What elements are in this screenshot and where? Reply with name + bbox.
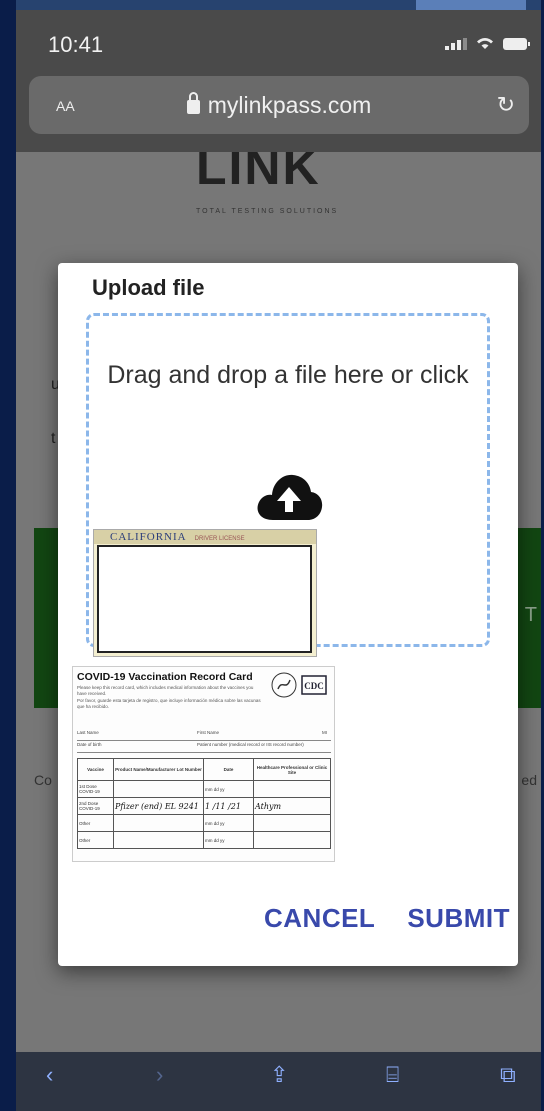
bg-text-fragment: t — [51, 430, 56, 447]
signal-icon — [445, 38, 467, 50]
cancel-button[interactable]: CANCEL — [264, 903, 375, 934]
status-time: 10:41 — [48, 32, 104, 57]
dialog-title: Upload file — [92, 275, 205, 300]
status-icons — [445, 36, 530, 50]
cloud-upload-icon — [257, 474, 323, 520]
bg-button-fragment: T — [524, 604, 537, 626]
url-text: mylinkpass.com — [207, 92, 372, 118]
browser-toolbar: ‹ › ⇪ ⌸ ⧉ — [16, 1052, 541, 1111]
table-row: 1st Dose COVID-19 mm dd yy — [77, 780, 331, 798]
license-state: CALIFORNIA — [110, 531, 187, 543]
vaccination-card-title: COVID-19 Vaccination Record Card — [77, 671, 253, 683]
phone-screen: 10:41 AA mylinkpass.com ↻ LINK TOTAL TES… — [16, 0, 541, 1111]
bg-footer-fragment: Co — [34, 772, 52, 788]
reload-icon[interactable]: ↻ — [497, 92, 515, 118]
dialog-actions: CANCEL SUBMIT — [264, 903, 510, 934]
dropzone-text: Drag and drop a file here or click — [107, 361, 469, 389]
bookmarks-icon[interactable]: ⌸ — [386, 1062, 399, 1088]
battery-icon — [503, 38, 530, 50]
link-logo: LINK — [196, 152, 321, 194]
forward-icon[interactable]: › — [156, 1062, 163, 1088]
cdc-logo-icon: CDC — [271, 672, 327, 698]
table-row: Other mm dd yy — [77, 831, 331, 849]
wifi-icon — [475, 36, 495, 50]
license-blank-area — [97, 545, 312, 653]
back-icon[interactable]: ‹ — [46, 1062, 53, 1088]
share-icon[interactable]: ⇪ — [270, 1062, 288, 1088]
tabs-icon[interactable]: ⧉ — [500, 1062, 516, 1088]
drivers-license-image: CALIFORNIA DRIVER LICENSE — [93, 529, 317, 657]
vaccination-table: Vaccine Product Name/Manufacturer Lot Nu… — [77, 758, 331, 849]
upload-dialog: Upload file Drag and drop a file here or… — [58, 263, 518, 966]
vaccination-card-fields: Last Name First Name MI Date of birth Patie… — [77, 729, 331, 753]
url-display[interactable]: mylinkpass.com — [29, 92, 529, 119]
status-bar: 10:41 — [16, 10, 541, 72]
top-strip — [16, 0, 541, 10]
svg-text:CDC: CDC — [304, 681, 324, 691]
table-row: Other mm dd yy — [77, 814, 331, 832]
table-row: 2nd Dose COVID-19 Pfizer (end) EL 9241 1… — [77, 797, 331, 815]
submit-button[interactable]: SUBMIT — [407, 903, 510, 934]
photo-edge-left — [0, 0, 16, 1111]
bg-footer-fragment: ed — [521, 772, 537, 788]
address-bar: AA mylinkpass.com ↻ — [16, 72, 541, 152]
license-label: DRIVER LICENSE — [194, 536, 245, 542]
vaccination-card-intro: Please keep this record card, which incl… — [77, 685, 261, 709]
url-field[interactable]: AA mylinkpass.com ↻ — [29, 76, 529, 134]
vaccination-card-image: COVID-19 Vaccination Record Card Please … — [72, 666, 335, 862]
logo-tagline: TOTAL TESTING SOLUTIONS — [196, 208, 339, 215]
lock-icon — [186, 92, 200, 114]
